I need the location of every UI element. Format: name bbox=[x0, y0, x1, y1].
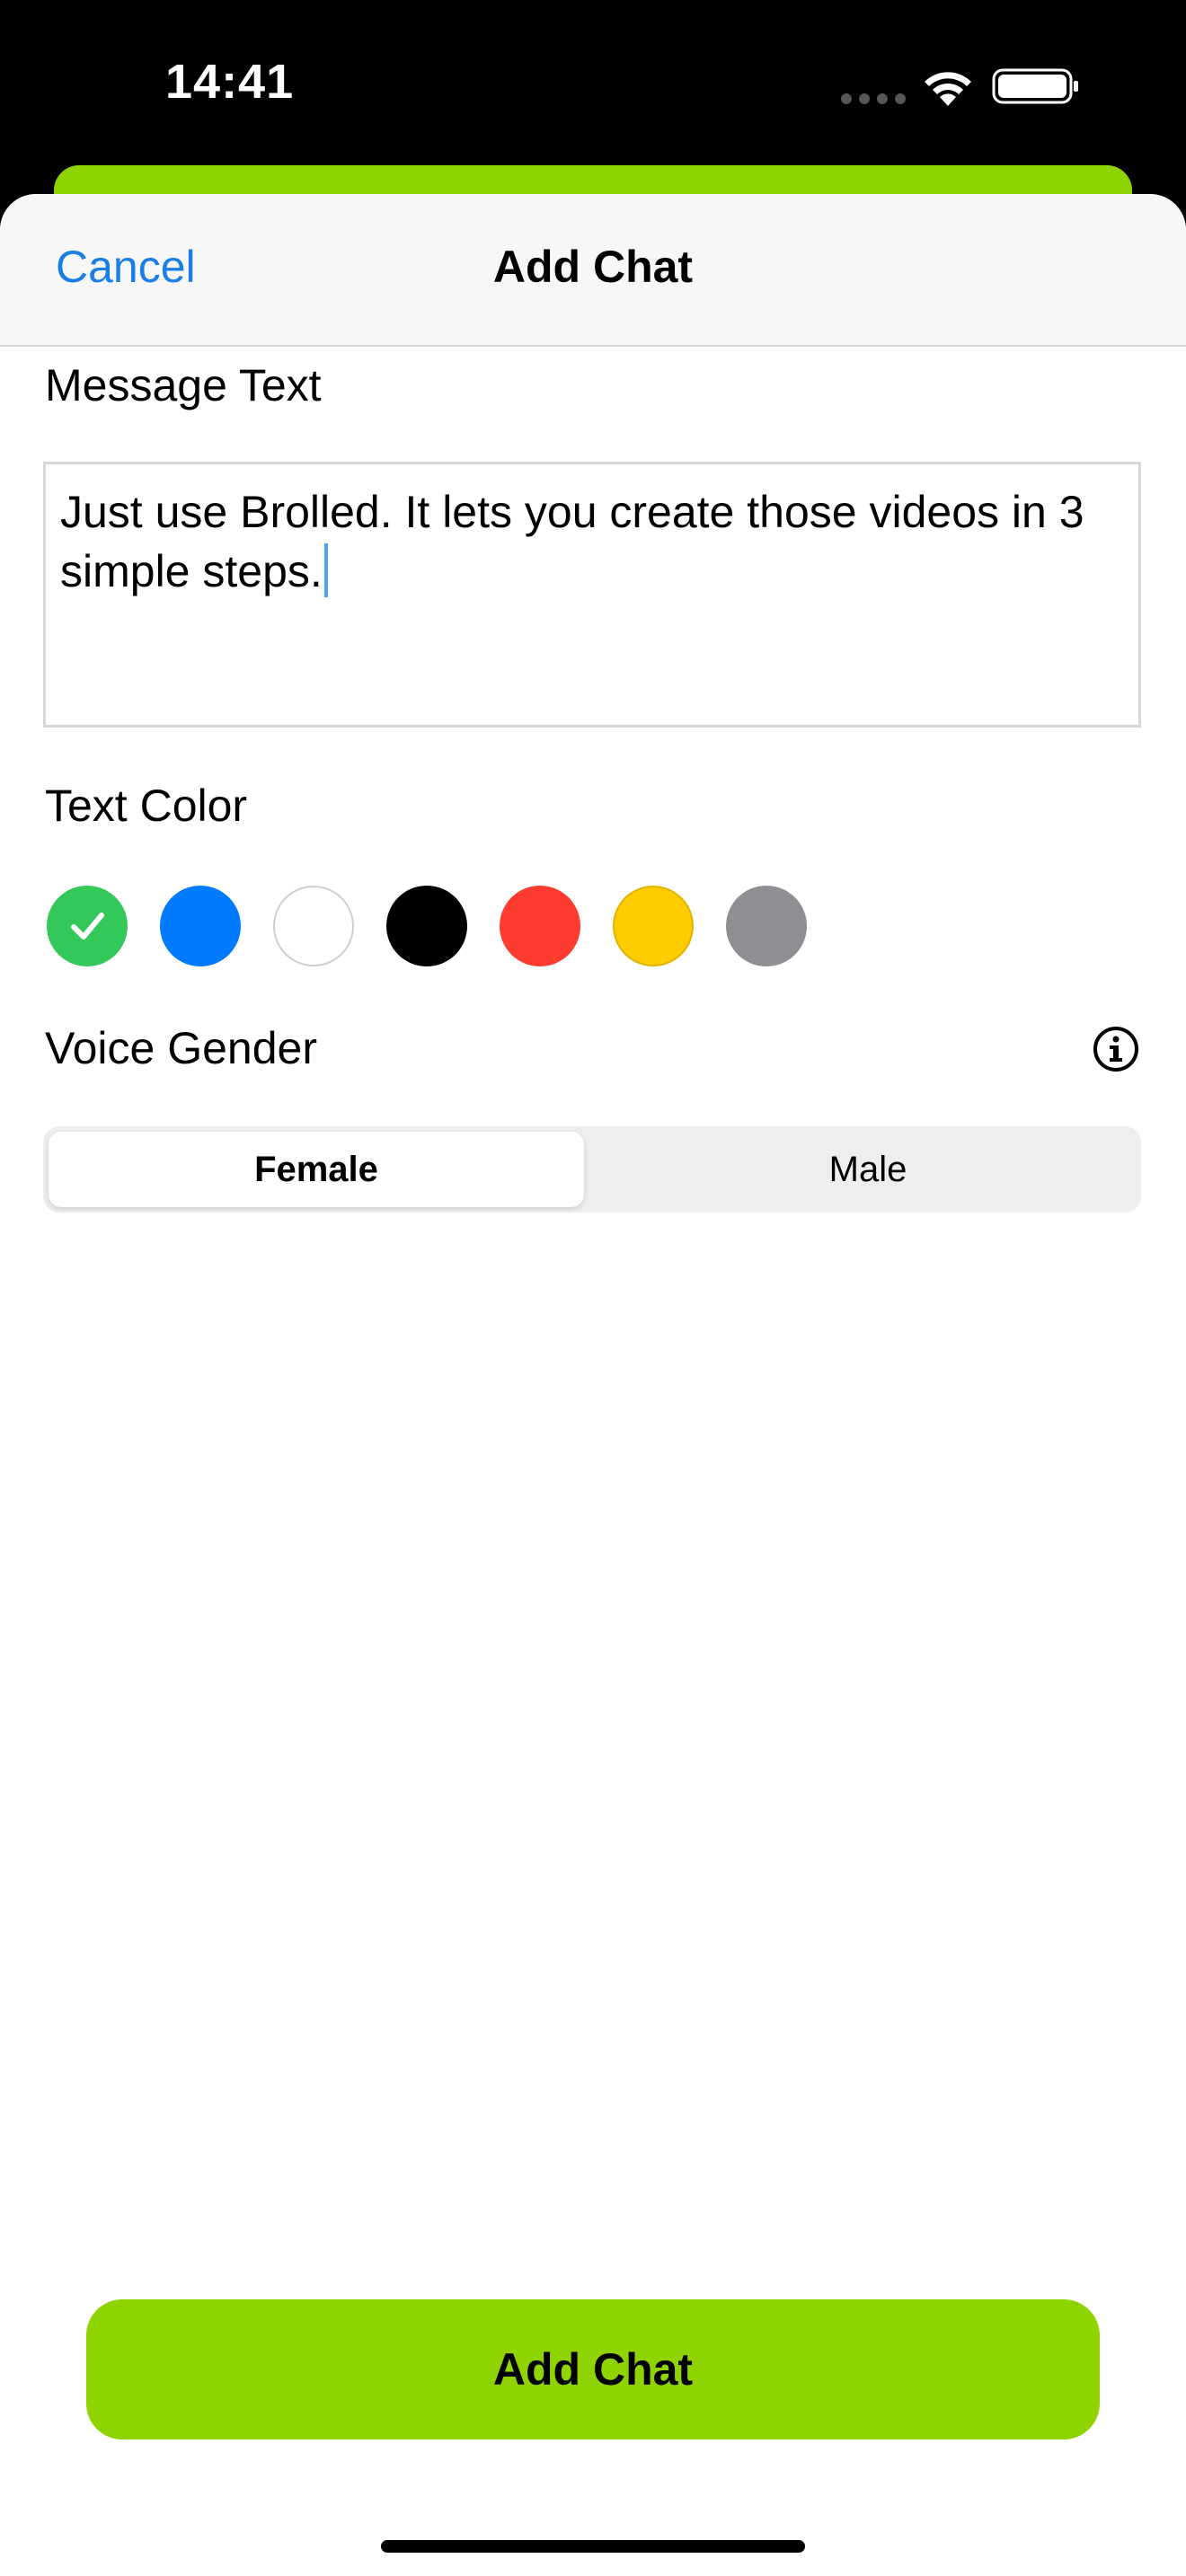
status-time: 14:41 bbox=[165, 55, 295, 109]
checkmark-icon bbox=[71, 913, 104, 940]
text-cursor bbox=[323, 543, 328, 597]
status-bar: 14:41 bbox=[0, 0, 1186, 171]
voice-gender-segmented-control: Female Male bbox=[43, 1126, 1141, 1213]
page-title: Add Chat bbox=[492, 242, 694, 292]
color-swatch-green[interactable] bbox=[47, 886, 128, 966]
color-swatch-white[interactable] bbox=[273, 886, 354, 966]
add-chat-button[interactable]: Add Chat bbox=[86, 2299, 1100, 2439]
color-swatch-red[interactable] bbox=[500, 886, 580, 966]
info-circle-icon[interactable] bbox=[1093, 1026, 1139, 1072]
home-indicator bbox=[381, 2540, 805, 2553]
nav-bar: Cancel Add Chat bbox=[0, 194, 1186, 347]
message-text-label: Message Text bbox=[45, 360, 322, 410]
text-color-label: Text Color bbox=[45, 781, 248, 831]
segment-male[interactable]: Male bbox=[600, 1132, 1136, 1207]
color-swatch-gray[interactable] bbox=[726, 886, 807, 966]
message-text-value: Just use Brolled. It lets you create tho… bbox=[60, 487, 1084, 596]
text-color-picker bbox=[47, 886, 807, 966]
add-chat-sheet: Cancel Add Chat Message Text Just use Br… bbox=[0, 194, 1186, 2576]
voice-gender-label: Voice Gender bbox=[45, 1023, 317, 1073]
color-swatch-blue[interactable] bbox=[160, 886, 241, 966]
color-swatch-black[interactable] bbox=[386, 886, 467, 966]
wifi-icon bbox=[925, 72, 971, 106]
battery-icon bbox=[992, 68, 1078, 104]
cellular-dots-icon bbox=[841, 93, 906, 104]
segment-female[interactable]: Female bbox=[49, 1132, 584, 1207]
color-swatch-yellow[interactable] bbox=[613, 886, 694, 966]
message-text-field[interactable]: Just use Brolled. It lets you create tho… bbox=[43, 462, 1141, 728]
